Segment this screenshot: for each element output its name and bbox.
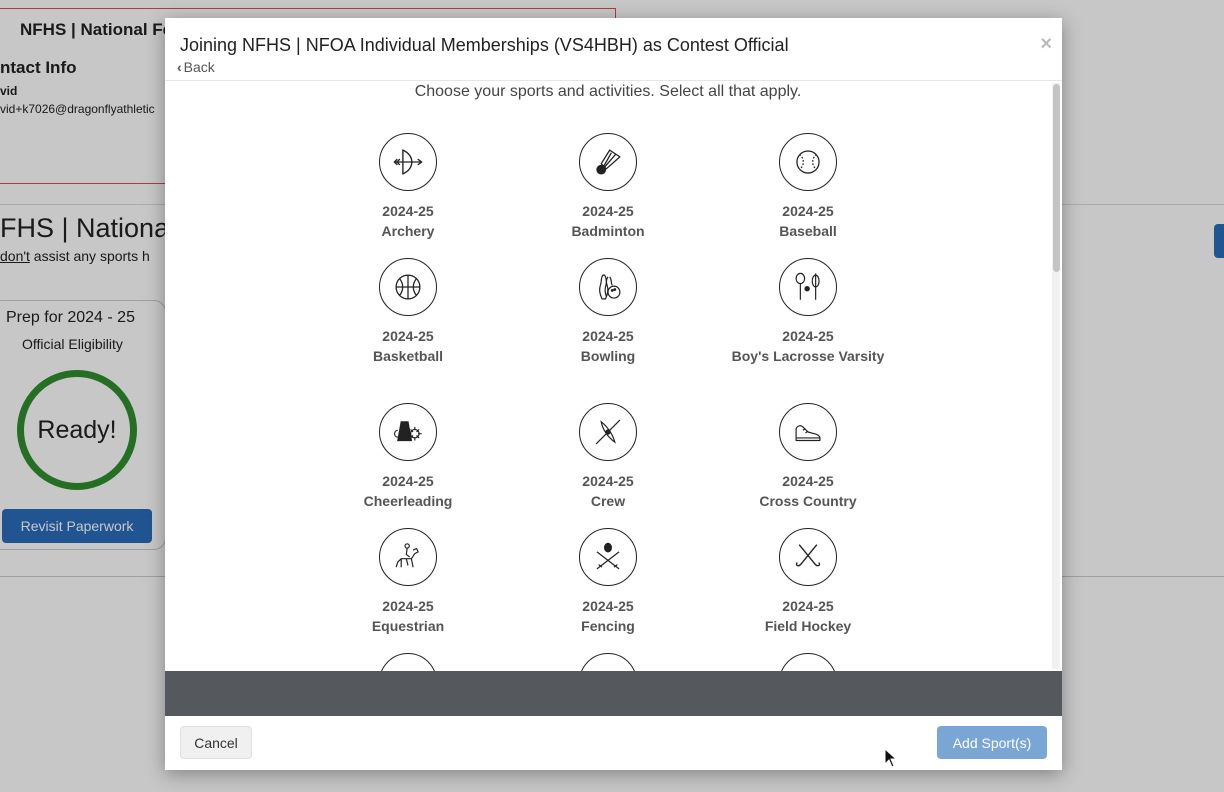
sport-option-partial[interactable]	[323, 653, 493, 671]
sport-year: 2024-25	[582, 473, 634, 489]
sport-year: 2024-25	[382, 328, 434, 344]
sport-year: 2024-25	[782, 328, 834, 344]
oar-icon	[579, 403, 637, 461]
sport-name: Badminton	[571, 223, 645, 239]
sport-year: 2024-25	[582, 203, 634, 219]
sport-name: Basketball	[372, 348, 444, 364]
sport-icon	[779, 653, 837, 671]
sport-name: Boy's Lacrosse Varsity	[731, 348, 885, 364]
sport-option-boys-lacrosse-varsity[interactable]: 2024-25 Boy's Lacrosse Varsity	[723, 258, 893, 366]
sport-option-badminton[interactable]: 2024-25 Badminton	[523, 133, 693, 241]
sport-option-partial[interactable]	[523, 653, 693, 671]
mouse-cursor-icon	[884, 748, 898, 768]
sport-option-crew[interactable]: 2024-25 Crew	[523, 403, 693, 511]
sport-option-fencing[interactable]: 2024-25 Fencing	[523, 528, 693, 636]
join-membership-modal: Joining NFHS | NFOA Individual Membershi…	[165, 18, 1062, 770]
sport-name: Cross Country	[759, 493, 857, 509]
modal-divider-bar	[165, 671, 1062, 716]
sport-option-archery[interactable]: 2024-25 Archery	[323, 133, 493, 241]
sport-option-cheerleading[interactable]: 2024-25 Cheerleading	[323, 403, 493, 511]
modal-header: Joining NFHS | NFOA Individual Membershi…	[165, 18, 1062, 81]
sport-year: 2024-25	[782, 473, 834, 489]
sport-year: 2024-25	[582, 598, 634, 614]
sport-name: Archery	[381, 223, 435, 239]
sport-icon	[579, 653, 637, 671]
bowling-icon	[579, 258, 637, 316]
sport-name: Fencing	[581, 618, 635, 634]
sport-name: Equestrian	[371, 618, 445, 634]
lacrosse-icon	[779, 258, 837, 316]
fencing-icon	[579, 528, 637, 586]
sport-name: Field Hockey	[764, 618, 852, 634]
scrollbar-thumb[interactable]	[1053, 84, 1060, 272]
sport-year: 2024-25	[782, 598, 834, 614]
modal-footer: Cancel Add Sport(s)	[165, 716, 1062, 770]
back-link[interactable]: ‹ Back	[177, 59, 215, 75]
basketball-icon	[379, 258, 437, 316]
back-label: Back	[183, 59, 215, 75]
sport-year: 2024-25	[382, 203, 434, 219]
baseball-icon	[779, 133, 837, 191]
close-icon[interactable]: ×	[1040, 33, 1052, 56]
horse-icon	[379, 528, 437, 586]
sport-option-baseball[interactable]: 2024-25 Baseball	[723, 133, 893, 241]
field-hockey-icon	[779, 528, 837, 586]
shuttlecock-icon	[579, 133, 637, 191]
sport-year: 2024-25	[582, 328, 634, 344]
add-sports-button[interactable]: Add Sport(s)	[937, 726, 1047, 759]
sport-option-equestrian[interactable]: 2024-25 Equestrian	[323, 528, 493, 636]
sport-name: Bowling	[580, 348, 636, 364]
sport-option-bowling[interactable]: 2024-25 Bowling	[523, 258, 693, 366]
sport-name: Crew	[590, 493, 626, 509]
sport-year: 2024-25	[782, 203, 834, 219]
chevron-left-icon: ‹	[177, 59, 182, 75]
sport-option-partial[interactable]	[723, 653, 893, 671]
megaphone-icon	[379, 403, 437, 461]
shoe-icon	[779, 403, 837, 461]
sport-name: Cheerleading	[363, 493, 453, 509]
cancel-button[interactable]: Cancel	[180, 726, 252, 759]
modal-body: Choose your sports and activities. Selec…	[165, 81, 1062, 671]
sport-option-field-hockey[interactable]: 2024-25 Field Hockey	[723, 528, 893, 636]
archery-icon	[379, 133, 437, 191]
sport-icon	[379, 653, 437, 671]
instructions-text: Choose your sports and activities. Selec…	[414, 83, 802, 100]
sport-year: 2024-25	[382, 598, 434, 614]
sport-name: Baseball	[779, 223, 837, 239]
sport-option-cross-country[interactable]: 2024-25 Cross Country	[723, 403, 893, 511]
sport-year: 2024-25	[382, 473, 434, 489]
modal-title: Joining NFHS | NFOA Individual Membershi…	[180, 35, 789, 55]
sport-option-basketball[interactable]: 2024-25 Basketball	[323, 258, 493, 366]
